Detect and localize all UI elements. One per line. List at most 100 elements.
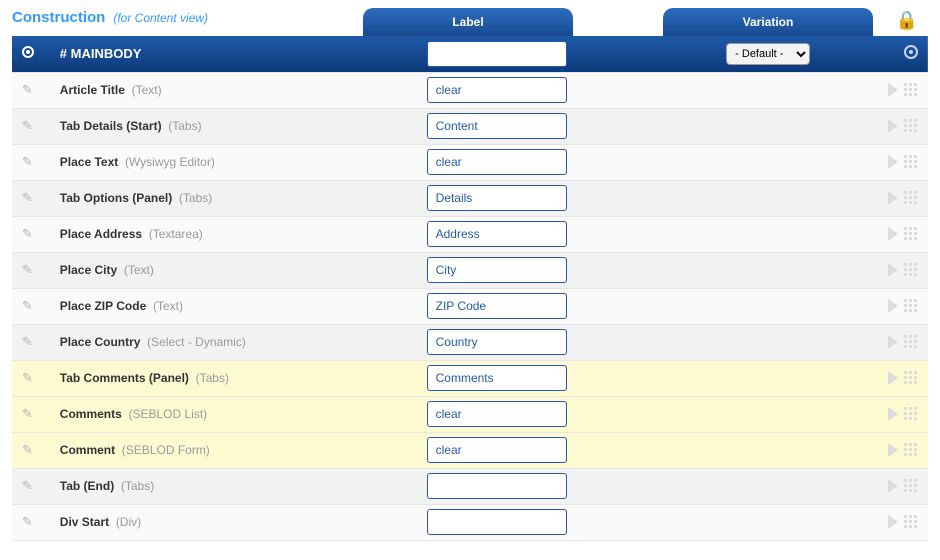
field-row: ✎ Place Address (Textarea): [12, 216, 928, 252]
drag-handle-icon[interactable]: [904, 155, 918, 169]
drag-handle-icon[interactable]: [904, 299, 918, 313]
field-row: ✎ Comments (SEBLOD List): [12, 396, 928, 432]
chevron-right-icon[interactable]: [888, 371, 898, 385]
field-type: (SEBLOD List): [128, 407, 207, 421]
field-name: Article Title: [60, 83, 125, 97]
field-name: Div Start: [60, 515, 109, 529]
mainbody-radio[interactable]: [22, 46, 34, 58]
drag-handle-icon[interactable]: [904, 335, 918, 349]
field-type: (Text): [124, 263, 154, 277]
mainbody-label-input[interactable]: [427, 41, 567, 67]
field-type: (Select - Dynamic): [147, 335, 246, 349]
drag-handle-icon[interactable]: [904, 119, 918, 133]
edit-icon[interactable]: ✎: [22, 406, 36, 422]
field-type: (Tabs): [179, 191, 212, 205]
field-label-input[interactable]: [427, 329, 567, 355]
chevron-right-icon[interactable]: [888, 155, 898, 169]
drag-handle-icon[interactable]: [904, 371, 918, 385]
drag-handle-icon[interactable]: [904, 227, 918, 241]
field-row: ✎ Tab (End) (Tabs): [12, 468, 928, 504]
field-row: ✎Place ZIP Code (Text): [12, 288, 928, 324]
chevron-right-icon[interactable]: [888, 299, 898, 313]
edit-icon[interactable]: ✎: [22, 370, 36, 386]
field-name: Place Text: [60, 155, 118, 169]
field-type: (Text): [153, 299, 183, 313]
field-label-input[interactable]: [427, 77, 567, 103]
field-label-input[interactable]: [427, 437, 567, 463]
edit-icon[interactable]: ✎: [22, 226, 36, 242]
page-subtitle: (for Content view): [113, 11, 208, 25]
field-row: ✎ Place City (Text): [12, 252, 928, 288]
edit-icon[interactable]: ✎: [22, 82, 36, 98]
edit-icon[interactable]: ✎: [22, 442, 36, 458]
field-type: (Tabs): [196, 371, 229, 385]
edit-icon[interactable]: ✎: [22, 154, 36, 170]
field-name: Comment: [60, 443, 115, 457]
chevron-right-icon[interactable]: [888, 335, 898, 349]
field-row: ✎ Article Title (Text): [12, 72, 928, 108]
drag-handle-icon[interactable]: [904, 407, 918, 421]
field-row: ✎ Tab Options (Panel) (Tabs): [12, 180, 928, 216]
field-row: ✎ Comment (SEBLOD Form): [12, 432, 928, 468]
mainbody-variation-select[interactable]: - Default -: [726, 43, 810, 65]
drag-handle-icon[interactable]: [904, 479, 918, 493]
edit-icon[interactable]: ✎: [22, 514, 36, 530]
edit-icon[interactable]: ✎: [22, 334, 36, 350]
mainbody-header-row: # MAINBODY - Default -: [12, 36, 928, 72]
field-name: Tab (End): [60, 479, 114, 493]
edit-icon[interactable]: ✎: [22, 118, 36, 134]
field-label-input[interactable]: [427, 509, 567, 535]
tab-label[interactable]: Label: [363, 8, 573, 36]
field-label-input[interactable]: [427, 293, 567, 319]
field-type: (Textarea): [149, 227, 203, 241]
target-icon[interactable]: [904, 45, 918, 59]
field-name: Tab Options (Panel): [60, 191, 172, 205]
lock-icon[interactable]: 🔒: [896, 10, 918, 31]
chevron-right-icon[interactable]: [888, 227, 898, 241]
field-name: Tab Comments (Panel): [60, 371, 189, 385]
chevron-right-icon[interactable]: [888, 83, 898, 97]
field-row: ✎ Tab Details (Start) (Tabs): [12, 108, 928, 144]
fields-table: # MAINBODY - Default - ✎ Article Title (T…: [12, 36, 928, 541]
chevron-right-icon[interactable]: [888, 191, 898, 205]
field-type: (Tabs): [121, 479, 154, 493]
field-name: Comments: [60, 407, 122, 421]
drag-handle-icon[interactable]: [904, 191, 918, 205]
field-label-input[interactable]: [427, 365, 567, 391]
chevron-right-icon[interactable]: [888, 515, 898, 529]
field-row: ✎Div Start (Div): [12, 504, 928, 540]
edit-icon[interactable]: ✎: [22, 190, 36, 206]
chevron-right-icon[interactable]: [888, 479, 898, 493]
field-label-input[interactable]: [427, 401, 567, 427]
field-name: Place Country: [60, 335, 141, 349]
field-label-input[interactable]: [427, 257, 567, 283]
field-name: Place City: [60, 263, 117, 277]
drag-handle-icon[interactable]: [904, 263, 918, 277]
edit-icon[interactable]: ✎: [22, 262, 36, 278]
field-type: (Text): [132, 83, 162, 97]
field-label-input[interactable]: [427, 221, 567, 247]
field-label-input[interactable]: [427, 149, 567, 175]
field-label-input[interactable]: [427, 113, 567, 139]
field-type: (SEBLOD Form): [122, 443, 210, 457]
field-row: ✎ Place Country (Select - Dynamic): [12, 324, 928, 360]
field-type: (Tabs): [168, 119, 201, 133]
drag-handle-icon[interactable]: [904, 443, 918, 457]
field-name: Tab Details (Start): [60, 119, 162, 133]
chevron-right-icon[interactable]: [888, 119, 898, 133]
field-label-input[interactable]: [427, 473, 567, 499]
tab-variation[interactable]: Variation: [663, 8, 873, 36]
chevron-right-icon[interactable]: [888, 407, 898, 421]
page-title: Construction: [12, 9, 105, 26]
chevron-right-icon[interactable]: [888, 263, 898, 277]
field-name: Place Address: [60, 227, 142, 241]
drag-handle-icon[interactable]: [904, 515, 918, 529]
mainbody-title: # MAINBODY: [60, 46, 142, 61]
edit-icon[interactable]: ✎: [22, 298, 36, 314]
field-row: ✎ Tab Comments (Panel) (Tabs): [12, 360, 928, 396]
drag-handle-icon[interactable]: [904, 83, 918, 97]
edit-icon[interactable]: ✎: [22, 478, 36, 494]
chevron-right-icon[interactable]: [888, 443, 898, 457]
field-row: ✎Place Text (Wysiwyg Editor): [12, 144, 928, 180]
field-label-input[interactable]: [427, 185, 567, 211]
